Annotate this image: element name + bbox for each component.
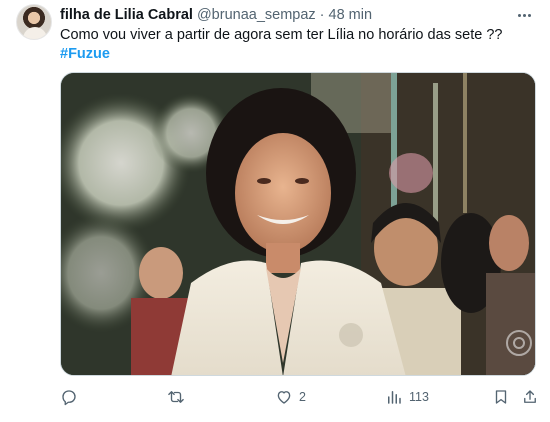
avatar-figure xyxy=(23,27,47,39)
more-dot-icon xyxy=(522,13,526,17)
share-button[interactable] xyxy=(521,388,539,406)
author-handle[interactable]: @brunaa_sempaz xyxy=(197,7,316,23)
views-button[interactable]: 113 xyxy=(385,388,429,406)
tweet-timestamp[interactable]: 48 min xyxy=(329,7,373,23)
views-count: 113 xyxy=(409,390,429,404)
author-display-name[interactable]: filha de Lilia Cabral xyxy=(60,7,193,23)
more-dot-icon xyxy=(517,13,521,17)
reply-icon xyxy=(62,390,76,406)
tweet-media-image[interactable] xyxy=(60,72,536,376)
hashtag-link[interactable]: #Fuzue xyxy=(60,46,110,62)
tweet-text: Como vou viver a partir de agora sem ter… xyxy=(60,27,503,43)
bookmark-icon xyxy=(495,390,507,404)
bookmark-button[interactable] xyxy=(492,388,510,406)
like-count: 2 xyxy=(299,390,306,404)
heart-icon xyxy=(277,391,291,404)
reply-button[interactable] xyxy=(60,388,84,406)
views-bar-chart-icon xyxy=(388,391,401,404)
like-button[interactable]: 2 xyxy=(275,388,306,406)
separator-dot: · xyxy=(319,7,325,23)
media-scene xyxy=(61,73,535,375)
tweet: filha de Lilia Cabral @brunaa_sempaz · 4… xyxy=(0,0,550,422)
tweet-actions-bar: 2 113 xyxy=(60,388,536,406)
share-icon xyxy=(524,390,536,403)
more-options-button[interactable] xyxy=(514,6,534,24)
avatar[interactable] xyxy=(16,4,52,40)
retweet-icon xyxy=(168,391,184,403)
retweet-button[interactable] xyxy=(167,388,191,406)
more-dot-icon xyxy=(527,13,531,17)
tweet-header: filha de Lilia Cabral @brunaa_sempaz · 4… xyxy=(60,6,372,24)
